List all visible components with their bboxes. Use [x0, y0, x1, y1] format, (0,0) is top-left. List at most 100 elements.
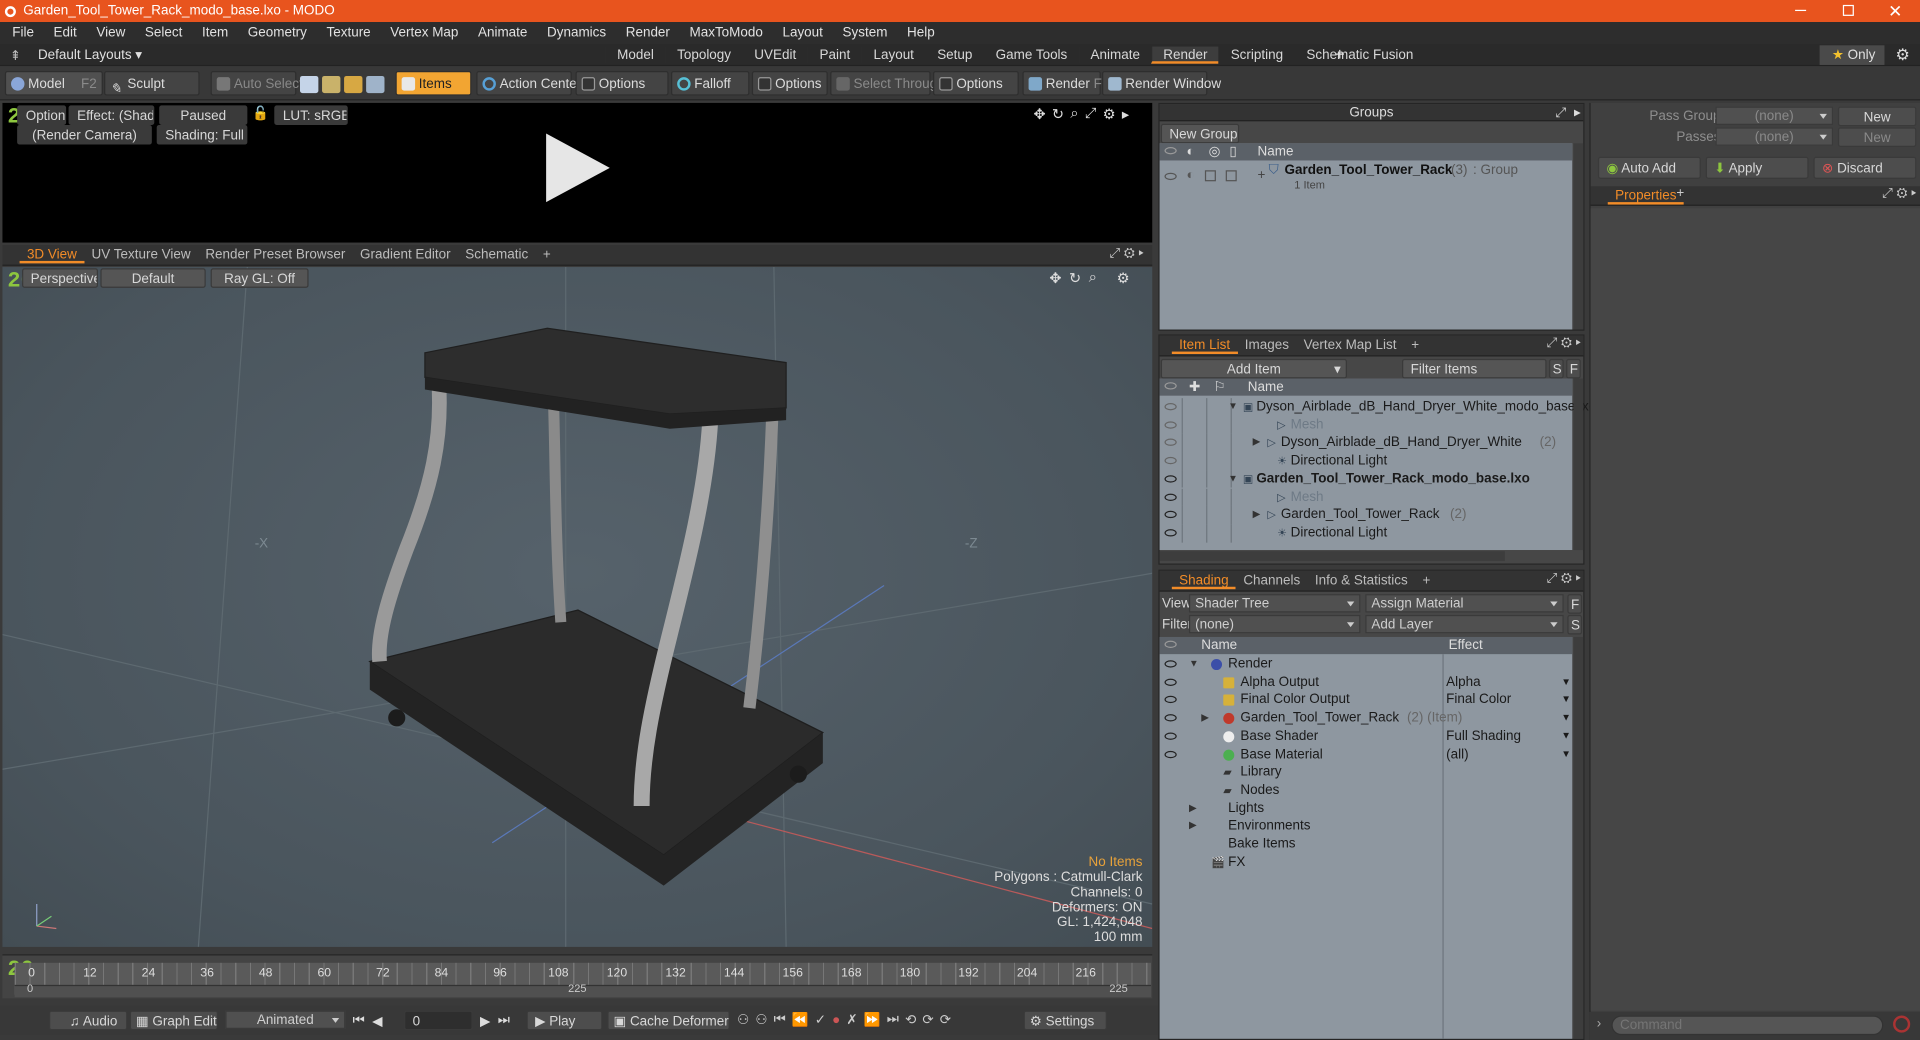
lock-icon[interactable]: ◐: [1187, 168, 1195, 183]
tab-images[interactable]: Images: [1237, 337, 1296, 354]
stop-icon[interactable]: [1893, 1015, 1911, 1033]
items-button[interactable]: Items: [395, 71, 472, 96]
panel-tools-icon[interactable]: ⤢ ⚙ ▸: [1546, 336, 1580, 352]
vertex-mode-icon[interactable]: [300, 75, 319, 94]
eye-icon[interactable]: [1164, 421, 1177, 429]
filter-dropdown[interactable]: (none): [1188, 614, 1361, 634]
perspective-dropdown[interactable]: Perspective: [22, 268, 98, 288]
layout-tab-topology[interactable]: Topology: [664, 46, 742, 64]
render-column-icon[interactable]: ⚐: [1213, 379, 1225, 396]
shader-row[interactable]: ▶ Environments: [1160, 817, 1573, 835]
chevron-down-icon[interactable]: ▼: [1561, 745, 1571, 763]
eye-column-icon[interactable]: [1164, 146, 1177, 155]
view-dropdown[interactable]: Shader Tree: [1188, 594, 1361, 613]
discard-button[interactable]: ⊗ Discard: [1813, 156, 1917, 179]
eye-icon[interactable]: [1164, 696, 1177, 704]
menu-select[interactable]: Select: [135, 26, 192, 41]
audio-button[interactable]: ♫ Audio: [48, 1010, 128, 1031]
add-tab-icon[interactable]: +: [1404, 337, 1427, 354]
restore-icon[interactable]: [1842, 4, 1854, 16]
f-button[interactable]: F: [1567, 594, 1583, 614]
menu-edit[interactable]: Edit: [44, 26, 87, 41]
tab-shading[interactable]: Shading: [1171, 572, 1236, 590]
loop-icon[interactable]: ⟲: [905, 1012, 916, 1028]
shader-row[interactable]: Alpha Output Alpha ▼: [1160, 673, 1573, 691]
layout-tab-render[interactable]: Render: [1151, 46, 1219, 64]
tab-schematic[interactable]: Schematic: [458, 246, 536, 263]
item-list-scrollbar[interactable]: [1573, 378, 1584, 551]
minimize-icon[interactable]: [1795, 9, 1807, 12]
tab-render-preset-browser[interactable]: Render Preset Browser: [198, 246, 353, 263]
options-button-2[interactable]: Options: [751, 71, 828, 96]
eye-icon[interactable]: [1164, 475, 1177, 483]
render-column-icon[interactable]: ◎: [1209, 143, 1221, 160]
layout-tab-layout[interactable]: Layout: [861, 46, 925, 64]
step-forward-icon[interactable]: ▶: [480, 1013, 490, 1029]
collapse-icon[interactable]: ▼: [1228, 470, 1238, 488]
item-row[interactable]: ▼ ▣ Garden_Tool_Tower_Rack_modo_base.lxo: [1160, 470, 1573, 489]
tab-uv-texture-view[interactable]: UV Texture View: [84, 246, 198, 263]
item-row[interactable]: ▷ Mesh: [1160, 488, 1573, 507]
menu-maxtomodo[interactable]: MaxToModo: [680, 26, 773, 41]
timeline[interactable]: 20 0122436486072849610812013214415616818…: [2, 954, 1153, 999]
chevron-down-icon[interactable]: ▼: [1561, 709, 1571, 727]
menu-texture[interactable]: Texture: [317, 26, 381, 41]
play-button[interactable]: ▶ Play: [526, 1010, 603, 1031]
go-end-icon[interactable]: ⏭: [498, 1013, 510, 1029]
command-input[interactable]: [1611, 1015, 1884, 1036]
eye-icon[interactable]: [1164, 439, 1177, 447]
record-icon[interactable]: ●: [832, 1012, 840, 1027]
checkbox-icon-2[interactable]: [1225, 170, 1237, 182]
options-button[interactable]: Options: [17, 105, 67, 125]
apply-button[interactable]: ⬇ Apply: [1705, 156, 1809, 179]
checkbox-icon[interactable]: [1204, 170, 1216, 182]
prev-key-icon[interactable]: ⏮: [774, 1012, 786, 1028]
3d-viewport[interactable]: 20 Perspective Default Ray GL: Off ✥ ↻ ⌕ ⚙ …: [2, 267, 1153, 947]
layout-tab-schematic-fusion[interactable]: Schematic Fusion: [1294, 46, 1424, 64]
effect-dropdown[interactable]: Effect: (Shadi...: [68, 105, 155, 125]
maximize-icon[interactable]: ⤢: [1555, 104, 1566, 121]
chevron-down-icon[interactable]: ▼: [1561, 691, 1571, 709]
layout-tab-game-tools[interactable]: Game Tools: [983, 46, 1078, 64]
falloff-button[interactable]: Falloff: [671, 71, 750, 96]
menu-vertex-map[interactable]: Vertex Map: [380, 26, 468, 41]
add-layout-icon[interactable]: +: [1335, 44, 1345, 64]
item-row[interactable]: ☀ Directional Light: [1160, 524, 1573, 543]
eye-icon[interactable]: [1164, 732, 1177, 740]
key-icon-2[interactable]: ⚇: [755, 1012, 767, 1028]
layout-tab-setup[interactable]: Setup: [924, 46, 983, 64]
layout-tab-model[interactable]: Model: [604, 46, 665, 64]
chevron-down-icon[interactable]: ▼: [1561, 673, 1571, 691]
frame-input[interactable]: 0: [404, 1010, 473, 1031]
filter-items-input[interactable]: Filter Items: [1402, 358, 1547, 379]
render-button[interactable]: Render F9: [1022, 71, 1109, 96]
item-row[interactable]: ▼ ▣ Dyson_Airblade_dB_Hand_Dryer_White_mod…: [1160, 398, 1596, 417]
shader-row[interactable]: Bake Items: [1160, 835, 1573, 853]
eye-icon[interactable]: [1164, 493, 1177, 501]
shader-scrollbar[interactable]: [1573, 636, 1584, 1039]
shader-row[interactable]: Base Shader Full Shading ▼: [1160, 727, 1573, 745]
filter-f-button[interactable]: F: [1566, 358, 1581, 379]
item-list-h-scrollbar[interactable]: [1159, 551, 1505, 562]
tab-properties[interactable]: Properties: [1607, 187, 1684, 205]
menu-file[interactable]: File: [2, 26, 43, 41]
shader-row[interactable]: ▰ Nodes: [1160, 781, 1573, 799]
new-group-button[interactable]: New Group: [1160, 123, 1240, 144]
shader-row[interactable]: ▰ Library: [1160, 763, 1573, 781]
auto-select-button[interactable]: Auto Select: [210, 71, 303, 96]
key-delete-icon[interactable]: ✗: [846, 1012, 857, 1028]
model-button[interactable]: Model F2: [4, 71, 103, 96]
item-row[interactable]: ☀ Directional Light: [1160, 452, 1573, 471]
auto-add-button[interactable]: ◉ Auto Add: [1597, 156, 1701, 179]
eye-column-icon[interactable]: [1164, 382, 1177, 390]
eye-icon[interactable]: [1164, 457, 1177, 465]
filter-s-button[interactable]: S: [1548, 358, 1564, 379]
rotate-icon[interactable]: ↻: [1069, 269, 1081, 286]
lock-icon[interactable]: 🔓: [252, 105, 269, 122]
tab-vertex-map-list[interactable]: Vertex Map List: [1296, 337, 1404, 354]
panel-tools-icon[interactable]: ⤢ ⚙ ▸: [1882, 186, 1916, 202]
material-mode-icon[interactable]: [366, 75, 385, 94]
layout-collapse-icon[interactable]: ⇞: [10, 48, 21, 64]
shading-dropdown[interactable]: Shading: Full: [156, 124, 248, 145]
gear-icon[interactable]: ⚙: [1117, 269, 1130, 286]
